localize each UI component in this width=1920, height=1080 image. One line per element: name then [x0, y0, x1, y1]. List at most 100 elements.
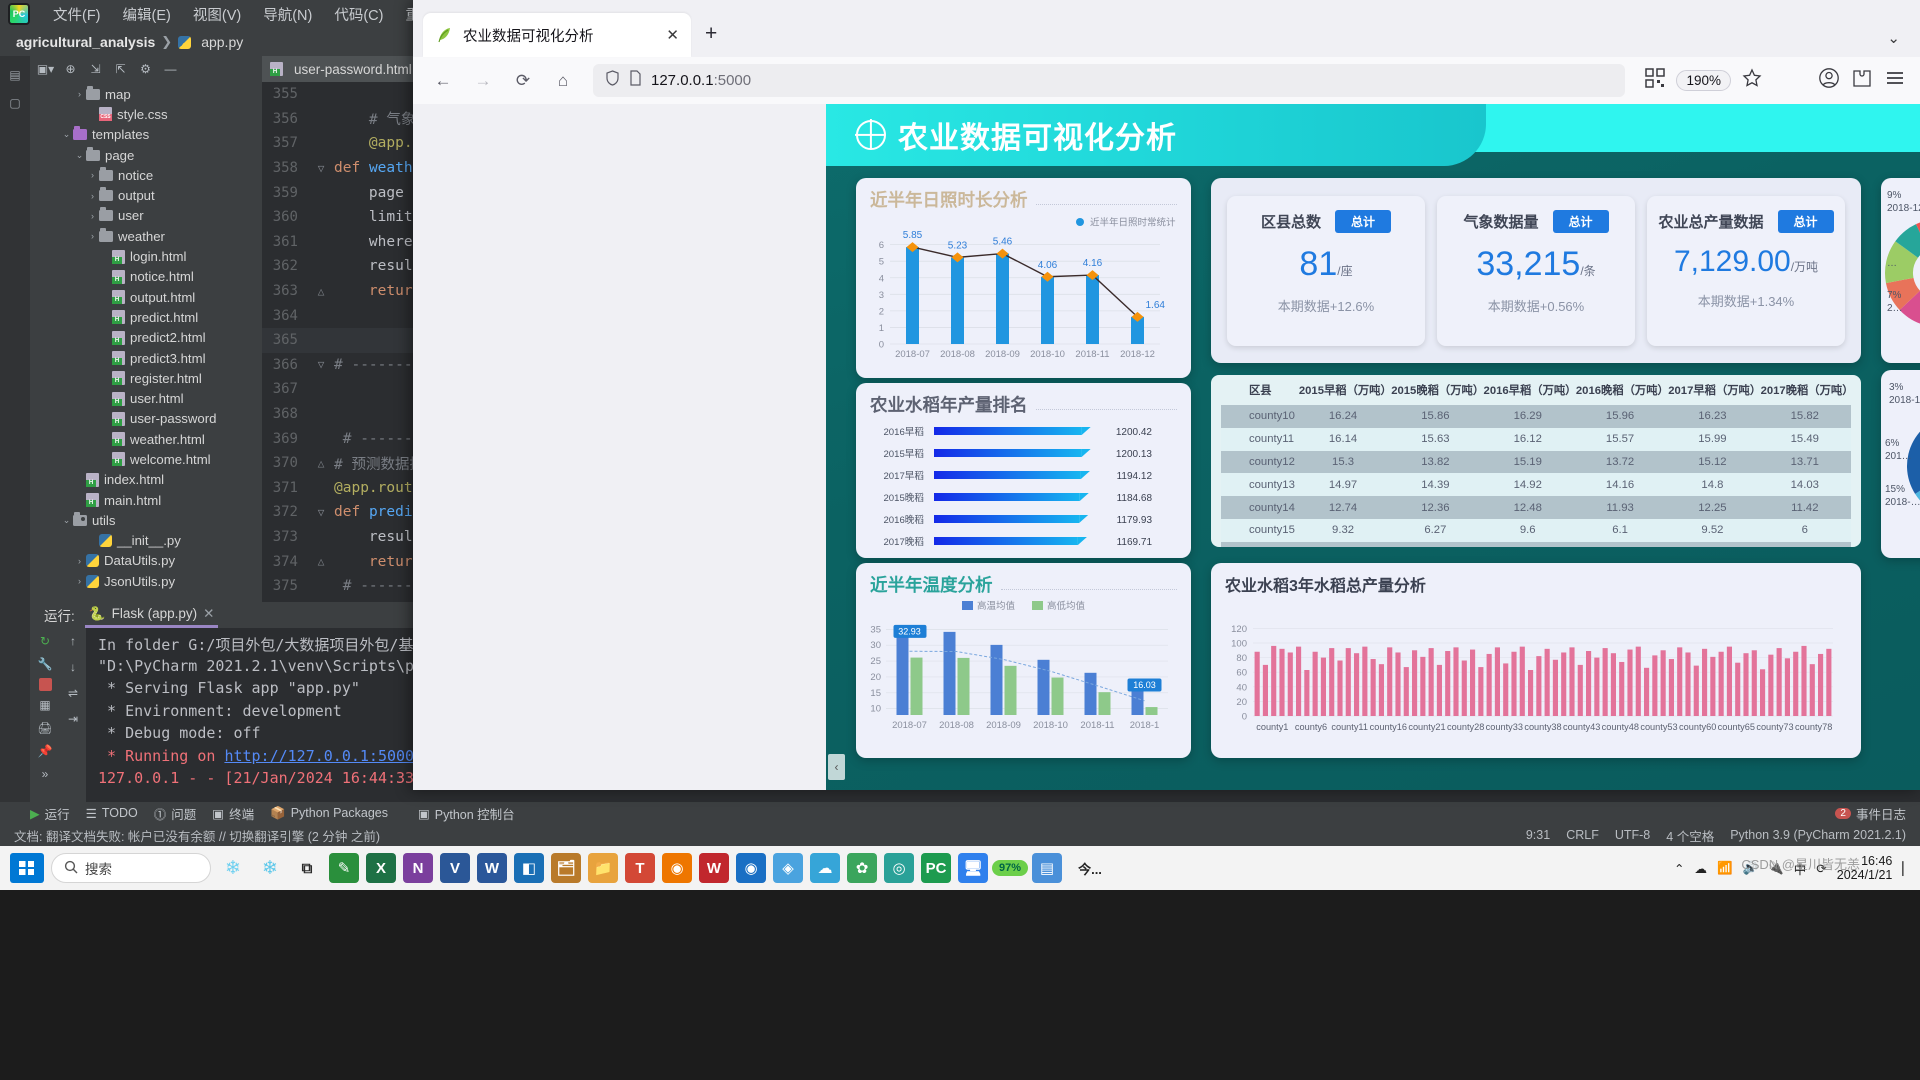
- bottom-tab-python-console[interactable]: ▣ Python 控制台: [418, 804, 515, 823]
- fold-gutter-icon[interactable]: △: [308, 555, 334, 568]
- app-icon-3[interactable]: ☁: [810, 853, 840, 883]
- start-button-icon[interactable]: [10, 853, 44, 883]
- event-log-button[interactable]: 2 事件日志: [1835, 804, 1906, 823]
- expand-all-icon[interactable]: ⇲: [87, 62, 104, 77]
- qr-code-icon[interactable]: [1645, 68, 1665, 93]
- soft-wrap-icon[interactable]: ⇌: [63, 684, 83, 702]
- hide-panel-icon[interactable]: —: [162, 62, 179, 77]
- battery-status[interactable]: 97%: [995, 853, 1025, 883]
- fold-gutter-icon[interactable]: ▽: [308, 162, 334, 175]
- menu-edit[interactable]: 编辑(E): [112, 2, 182, 27]
- reload-button[interactable]: ⟳: [507, 65, 539, 97]
- tree-expander-icon[interactable]: ›: [86, 170, 99, 180]
- extensions-puzzle-icon[interactable]: [1851, 67, 1873, 94]
- more-icon[interactable]: »: [35, 765, 55, 783]
- page-info-icon[interactable]: [629, 70, 642, 91]
- tree-item-predict3-html[interactable]: predict3.html: [30, 348, 262, 368]
- tree-item-output-html[interactable]: output.html: [30, 287, 262, 307]
- status-encoding[interactable]: UTF-8: [1615, 828, 1650, 842]
- tree-expander-icon[interactable]: ⌄: [60, 515, 73, 526]
- breadcrumb-file[interactable]: app.py: [201, 34, 243, 50]
- typora-icon[interactable]: T: [625, 853, 655, 883]
- table-row[interactable]: county1016.2415.8616.2915.9616.2315.82: [1221, 405, 1851, 428]
- rerun-icon[interactable]: ↻: [35, 632, 55, 650]
- tree-expander-icon[interactable]: ⌄: [73, 150, 86, 161]
- print-icon[interactable]: 🖨: [35, 719, 55, 737]
- table-row[interactable]: county1116.1415.6316.1215.5715.9915.49: [1221, 428, 1851, 451]
- fold-gutter-icon[interactable]: ▽: [308, 358, 334, 371]
- onenote-icon[interactable]: N: [403, 853, 433, 883]
- explorer-icon[interactable]: 📁: [588, 853, 618, 883]
- tree-item-utils[interactable]: ⌄utils: [30, 510, 262, 530]
- show-desktop-button[interactable]: ▏: [1902, 861, 1912, 876]
- forward-button[interactable]: →: [467, 65, 499, 97]
- tree-expander-icon[interactable]: ›: [86, 231, 99, 241]
- visio-icon[interactable]: V: [440, 853, 470, 883]
- account-icon[interactable]: [1818, 67, 1840, 94]
- tree-item-style-css[interactable]: style.css: [30, 104, 262, 124]
- tree-expander-icon[interactable]: ›: [73, 556, 86, 566]
- locate-file-icon[interactable]: ⊕: [62, 62, 79, 77]
- project-file-tree[interactable]: ›mapstyle.css⌄templates⌄page›notice›outp…: [30, 82, 262, 602]
- wps-icon[interactable]: W: [699, 853, 729, 883]
- tree-expander-icon[interactable]: ›: [73, 576, 86, 586]
- collapse-all-icon[interactable]: ⇱: [112, 62, 129, 77]
- menu-navigate[interactable]: 导航(N): [252, 2, 323, 27]
- tray-cloud-icon[interactable]: ☁: [1695, 861, 1708, 876]
- app-icon-4[interactable]: ✿: [847, 853, 877, 883]
- bottom-tab-python-packages[interactable]: 📦 Python Packages: [270, 806, 388, 821]
- scroll-end-icon[interactable]: ⇥: [63, 710, 83, 728]
- scroll-up-icon[interactable]: ↑: [63, 632, 83, 650]
- tree-item-weather-html[interactable]: weather.html: [30, 429, 262, 449]
- fold-gutter-icon[interactable]: △: [308, 457, 334, 470]
- bottom-tab-problems[interactable]: ⓵ 问题: [154, 804, 197, 823]
- tree-expander-icon[interactable]: ›: [86, 191, 99, 201]
- pin-icon[interactable]: 📌: [35, 742, 55, 760]
- tree-item-jsonutils-py[interactable]: ›JsonUtils.py: [30, 571, 262, 591]
- tree-item-page[interactable]: ⌄page: [30, 145, 262, 165]
- app-icon-5[interactable]: ◎: [884, 853, 914, 883]
- project-toolwindow-icon[interactable]: ▤: [6, 66, 24, 84]
- tree-expander-icon[interactable]: ›: [73, 89, 86, 99]
- tree-item-datautils-py[interactable]: ›DataUtils.py: [30, 551, 262, 571]
- app-icon-2[interactable]: ◈: [773, 853, 803, 883]
- bottom-tab-todo[interactable]: ☰ TODO: [86, 806, 138, 821]
- window-controls-chevron-icon[interactable]: ⌄: [1887, 29, 1900, 47]
- bottom-tab-terminal[interactable]: ▣ 终端: [212, 804, 254, 823]
- breadcrumb-project[interactable]: agricultural_analysis: [16, 34, 155, 50]
- tree-item-user[interactable]: ›user: [30, 206, 262, 226]
- menu-view[interactable]: 视图(V): [182, 2, 252, 27]
- app-icon-6[interactable]: 🖥: [958, 853, 988, 883]
- tree-item-main-html[interactable]: main.html: [30, 490, 262, 510]
- table-row[interactable]: county1613.5110.5213.5510.213.567.43: [1221, 542, 1851, 547]
- zoom-level-badge[interactable]: 190%: [1676, 70, 1731, 91]
- table-row[interactable]: county1314.9714.3914.9214.1614.814.03: [1221, 473, 1851, 496]
- browser-tab-active[interactable]: 农业数据可视化分析 ✕: [423, 13, 691, 57]
- table-row[interactable]: county1215.313.8215.1913.7215.1213.71: [1221, 451, 1851, 474]
- pycharm-taskbar-icon[interactable]: PC: [921, 853, 951, 883]
- folder-icon[interactable]: 🗂: [551, 853, 581, 883]
- menu-file[interactable]: 文件(F): [42, 2, 112, 27]
- stop-icon[interactable]: [39, 678, 52, 691]
- tree-expander-icon[interactable]: ›: [86, 211, 99, 221]
- tree-item-weather[interactable]: ›weather: [30, 226, 262, 246]
- note-app-icon[interactable]: ✎: [329, 853, 359, 883]
- menu-code[interactable]: 代码(C): [323, 2, 394, 27]
- tree-item-templates[interactable]: ⌄templates: [30, 125, 262, 145]
- tree-item-notice-html[interactable]: notice.html: [30, 267, 262, 287]
- tray-chevron-icon[interactable]: ⌃: [1674, 861, 1684, 876]
- weather-widget[interactable]: 今...: [1069, 853, 1111, 883]
- table-row[interactable]: county1412.7412.3612.4811.9312.2511.42: [1221, 496, 1851, 519]
- tree-item-user-password[interactable]: user-password: [30, 409, 262, 429]
- bookmark-star-icon[interactable]: [1742, 68, 1762, 93]
- edge-icon[interactable]: ◉: [736, 853, 766, 883]
- new-tab-button[interactable]: +: [705, 22, 717, 46]
- tree-item-user-html[interactable]: user.html: [30, 388, 262, 408]
- bottom-tab-run[interactable]: ▶ 运行: [30, 804, 70, 823]
- firefox-taskbar-icon[interactable]: ◉: [662, 853, 692, 883]
- grid-icon[interactable]: ▦: [35, 696, 55, 714]
- url-bar[interactable]: 127.0.0.1:5000: [593, 64, 1625, 97]
- scroll-left-button[interactable]: ‹: [828, 754, 845, 780]
- tree-item-login-html[interactable]: login.html: [30, 246, 262, 266]
- taskbar-search-box[interactable]: 搜索: [51, 853, 211, 883]
